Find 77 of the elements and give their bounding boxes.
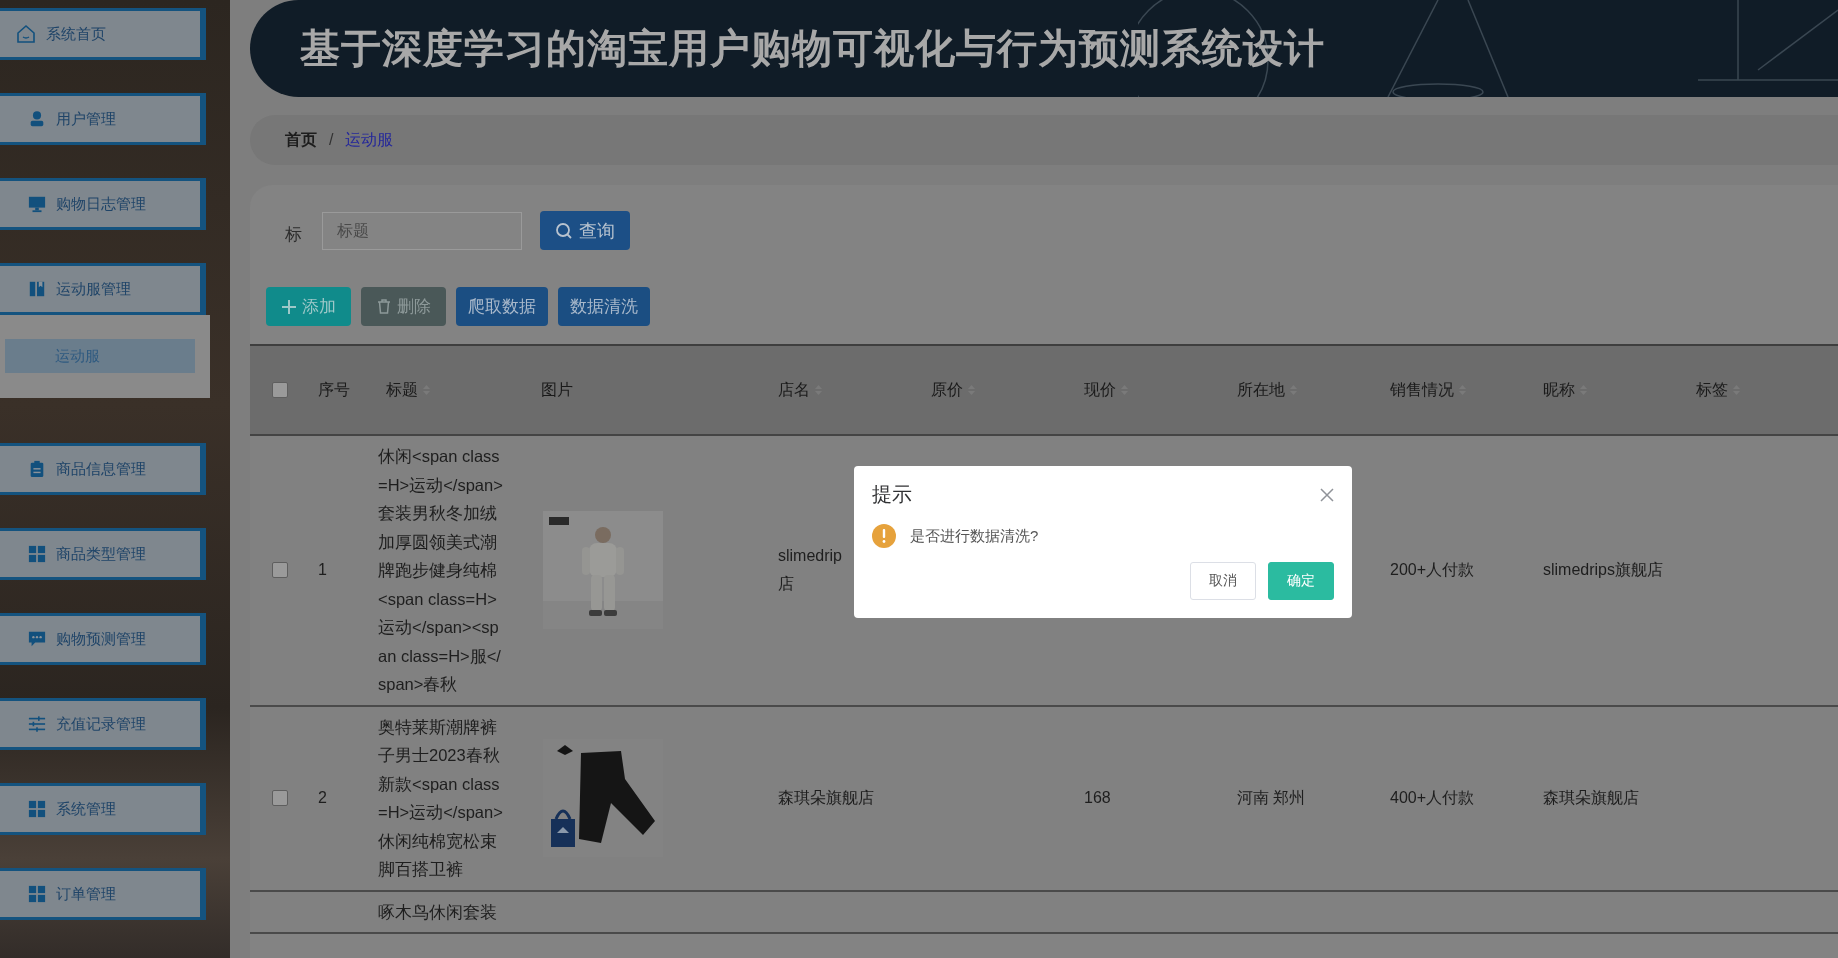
breadcrumb-separator: / (329, 131, 334, 149)
submenu-item[interactable]: 运动服 (5, 339, 195, 373)
column-header: 原价 (931, 379, 963, 400)
search-icon (555, 221, 573, 240)
dialog-message: 是否进行数据清洗? (910, 526, 1039, 546)
table-cell-text: slimedrips旗舰店 (1543, 560, 1663, 581)
confirm-button[interactable]: 确定 (1268, 562, 1334, 600)
column-header: 标签 (1696, 379, 1728, 400)
table-cell: 2 (318, 789, 327, 807)
breadcrumb-link[interactable]: 运动服 (345, 129, 394, 151)
user-icon (28, 110, 46, 128)
sidebar-item-label: 用户管理 (56, 109, 116, 129)
table-cell: 1 (318, 561, 327, 580)
book-icon (28, 280, 46, 298)
dialog-title: 提示 (872, 482, 912, 507)
row-checkbox[interactable] (272, 562, 288, 579)
sidebar-item[interactable]: 系统首页 (0, 8, 206, 60)
sidebar-item-label: 运动服管理 (56, 279, 131, 299)
page-title: 基于深度学习的淘宝用户购物可视化与行为预测系统设计 (300, 25, 1325, 72)
table-cell-text: 森琪朵旗舰店 (1543, 788, 1639, 808)
toolbar-button[interactable]: 添加 (266, 287, 351, 326)
column-header: 现价 (1084, 379, 1116, 400)
sidebar-item[interactable]: 购物预测管理 (0, 613, 206, 665)
cancel-button[interactable]: 取消 (1190, 562, 1256, 600)
sidebar-item[interactable]: 订单管理 (0, 868, 206, 920)
sidebar-item[interactable]: 商品类型管理 (0, 528, 206, 580)
sidebar-item-label: 购物预测管理 (56, 629, 146, 649)
table-cell-text: 森琪朵旗舰店 (778, 788, 874, 808)
table-cell-text: 400+人付款 (1390, 788, 1475, 808)
column-header: 店名 (778, 379, 810, 400)
column-header: 序号 (318, 379, 350, 400)
sidebar-item-label: 系统首页 (46, 24, 106, 44)
table-cell-text: 啄木鸟休闲套装 (378, 901, 497, 923)
monitor-icon (28, 195, 46, 213)
sidebar-item-label: 商品类型管理 (56, 544, 146, 564)
sidebar-item-label: 充值记录管理 (56, 714, 146, 734)
column-header: 昵称 (1543, 379, 1575, 400)
select-all-checkbox[interactable] (272, 382, 288, 398)
sidebar-item[interactable]: 运动服管理 (0, 263, 206, 315)
chat-icon (28, 630, 46, 648)
toolbar-button[interactable]: 数据清洗 (558, 287, 650, 326)
home-icon (16, 24, 36, 44)
column-header: 所在地 (1237, 379, 1285, 400)
column-header: 图片 (541, 379, 573, 400)
sidebar-item[interactable]: 用户管理 (0, 93, 206, 145)
table-cell-text: 奥特莱斯潮牌裤子男士2023春秋新款<span class=H>运动</span>休闲纯棉宽松束脚百搭卫裤 (378, 716, 503, 880)
search-label: 标 (285, 224, 302, 246)
sidebar-item[interactable]: 购物日志管理 (0, 178, 206, 230)
grid-icon (28, 885, 46, 903)
toolbar-button[interactable]: 爬取数据 (456, 287, 548, 326)
search-button[interactable]: 查询 (540, 211, 630, 250)
sidebar-item[interactable]: 系统管理 (0, 783, 206, 835)
close-icon[interactable] (1320, 487, 1334, 502)
sidebar-item[interactable]: 充值记录管理 (0, 698, 206, 750)
column-header: 销售情况 (1390, 379, 1454, 400)
breadcrumb-link[interactable]: 首页 (285, 129, 317, 151)
plus-icon (281, 299, 296, 314)
sliders-icon (28, 715, 46, 733)
grid-icon (28, 545, 46, 563)
toolbar-button[interactable]: 删除 (361, 287, 446, 326)
table-cell-text: 河南 郑州 (1237, 788, 1306, 808)
sidebar-item-label: 系统管理 (56, 799, 116, 819)
column-header: 标题 (386, 379, 418, 400)
grid-icon (28, 800, 46, 818)
table-cell-text: slimedrip 店 (778, 546, 842, 595)
table-cell-text: 168 (1084, 788, 1111, 808)
search-field[interactable]: 标题 (322, 211, 522, 250)
sidebar-item-label: 订单管理 (56, 884, 116, 904)
trash-icon (376, 299, 391, 314)
clipboard-icon (28, 460, 46, 478)
table-cell-text: 200+人付款 (1390, 560, 1475, 581)
warning-icon (872, 524, 896, 548)
sidebar-item-label: 商品信息管理 (56, 459, 146, 479)
sidebar-item[interactable]: 商品信息管理 (0, 443, 206, 495)
row-checkbox[interactable] (272, 790, 288, 806)
table-cell-text: 休闲<span class=H>运动</span>套装男秋冬加绒加厚圆领美式潮牌跑步健身纯棉<span class=H>运动</span><span class=H>服</span>春秋 (378, 446, 503, 695)
sidebar-item-label: 购物日志管理 (56, 194, 146, 214)
